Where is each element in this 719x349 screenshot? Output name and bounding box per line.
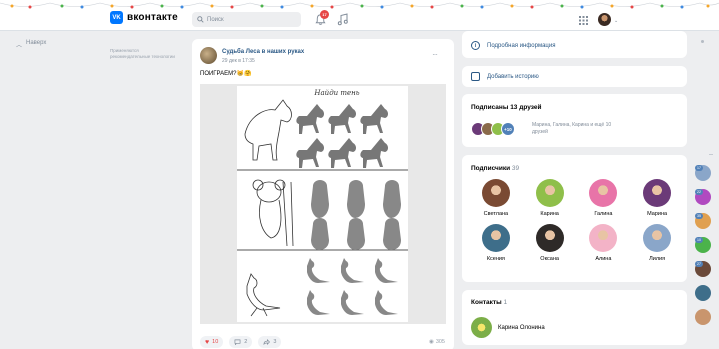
search-placeholder: Поиск <box>207 16 224 23</box>
post-author-name[interactable]: Судьба Леса в наших руках <box>222 49 304 55</box>
subscriber-name: Ксения <box>486 256 505 262</box>
subscribers-grid: Светлана Карина Галина Марина Ксения Окс… <box>469 179 684 262</box>
subscriber-item[interactable]: Светлана <box>469 179 523 217</box>
subscriber-item[interactable]: Алина <box>577 224 631 262</box>
contact-item[interactable]: Карина Олонина <box>471 317 545 338</box>
search-input[interactable]: Поиск <box>192 12 301 27</box>
post-author-avatar[interactable] <box>200 47 217 64</box>
more-friends-badge: +10 <box>501 122 515 136</box>
post-text: ПОИГРАЕМ?😸🤗 <box>200 71 252 77</box>
avatar <box>589 224 618 252</box>
info-icon: i <box>471 41 480 50</box>
chat-badge: 22 <box>695 189 703 195</box>
back-to-top-label: Наверх <box>26 40 47 46</box>
chat-badge: 35 <box>695 213 703 219</box>
more-info-label: Подробная информация <box>487 42 556 49</box>
chevron-down-icon[interactable]: ⌄ <box>614 18 618 24</box>
comment-icon <box>234 339 241 345</box>
subscribers-title[interactable]: Подписчики 39 <box>471 165 519 172</box>
subscribers-count: 39 <box>511 165 520 172</box>
info-card: i Подробная информация <box>462 31 687 58</box>
view-count-value: 305 <box>435 339 445 345</box>
back-to-top-link[interactable]: ︿ Наверх <box>16 40 46 49</box>
post-card: Судьба Леса в наших руках 29 дек в 17:35… <box>192 39 454 349</box>
avatar <box>535 224 564 252</box>
user-avatar[interactable] <box>598 13 611 26</box>
more-info-link[interactable]: i Подробная информация <box>471 41 555 50</box>
subscriber-item[interactable]: Карина <box>523 179 577 217</box>
garland-decoration <box>0 2 719 9</box>
subscriber-item[interactable]: Ксения <box>469 224 523 262</box>
avatar <box>471 317 492 338</box>
subscriber-name: Галина <box>594 211 613 217</box>
vk-logo-mark: VK <box>110 11 123 24</box>
music-icon[interactable] <box>337 13 349 26</box>
chat-list-divider <box>709 154 713 155</box>
vk-logo-text: вконтакте <box>127 12 178 23</box>
apps-grid-icon[interactable] <box>579 16 588 25</box>
chat-badge: 10 <box>695 237 703 243</box>
chat-avatar[interactable] <box>695 285 711 301</box>
subscriber-name: Алина <box>595 256 612 262</box>
notification-badge: 17 <box>320 10 329 19</box>
subscriber-item[interactable]: Лилия <box>630 224 684 262</box>
share-icon <box>263 339 271 345</box>
contact-name: Карина Олонина <box>498 324 545 331</box>
subscriber-item[interactable]: Оксана <box>523 224 577 262</box>
chat-badge: 27 <box>695 261 703 267</box>
subscriber-item[interactable]: Галина <box>577 179 631 217</box>
more-options-icon[interactable]: ··· <box>432 50 438 59</box>
image-caption: Найди тень <box>313 89 359 97</box>
story-icon <box>471 72 480 81</box>
avatar <box>589 179 618 207</box>
subscriber-name: Оксана <box>540 256 559 262</box>
shadow-puzzle-image: Найди тень <box>237 86 408 322</box>
like-button[interactable]: ♥ 10 <box>200 336 224 348</box>
chat-avatar[interactable] <box>695 309 711 325</box>
like-count: 10 <box>212 339 219 345</box>
subscriber-name: Светлана <box>483 211 509 217</box>
comment-button[interactable]: 2 <box>229 336 253 348</box>
vk-logo[interactable]: VK вконтакте <box>110 11 178 24</box>
friend-names: Марина, Галина, Карина и ещё 10 друзей <box>532 122 612 135</box>
heart-icon: ♥ <box>205 338 210 346</box>
top-bar: VK вконтакте Поиск 17 ⌄ <box>0 0 719 31</box>
avatar <box>643 224 672 252</box>
chevron-up-icon: ︿ <box>16 43 23 49</box>
chat-badge: 17 <box>695 165 703 171</box>
avatar <box>481 179 510 207</box>
subscriber-name: Марина <box>647 211 668 217</box>
avatar <box>535 179 564 207</box>
contacts-title-label: Контакты <box>471 299 502 306</box>
friends-subscribed-card[interactable]: Подписаны 13 друзей +10 Марина, Галина, … <box>462 94 687 147</box>
post-actions: ♥ 10 2 3 <box>200 336 282 348</box>
recommendation-note: Применяются рекомендательные технологии <box>110 48 175 59</box>
subscribers-title-label: Подписчики <box>471 165 511 172</box>
contacts-count: 1 <box>503 299 508 306</box>
avatar <box>481 224 510 252</box>
subscribers-card: Подписчики 39 Светлана Карина Галина Мар… <box>462 155 687 282</box>
share-button[interactable]: 3 <box>258 336 282 348</box>
add-story-link[interactable]: Добавить историю <box>471 72 539 81</box>
friend-avatars: +10 <box>471 122 515 136</box>
contacts-card: Контакты 1 Карина Олонина <box>462 290 687 345</box>
post-date[interactable]: 29 дек в 17:35 <box>222 58 255 64</box>
eye-icon: ◉ <box>429 339 434 345</box>
story-card: Добавить историю <box>462 66 687 87</box>
comment-count: 2 <box>244 339 248 345</box>
search-icon <box>197 16 204 23</box>
post-image[interactable]: Найди тень <box>200 84 446 324</box>
friends-title: Подписаны 13 друзей <box>471 104 542 111</box>
scroll-indicator <box>701 40 704 43</box>
view-count: ◉ 305 <box>429 339 445 345</box>
add-story-label: Добавить историю <box>487 73 539 80</box>
contacts-title[interactable]: Контакты 1 <box>471 299 507 306</box>
avatar <box>643 179 672 207</box>
share-count: 3 <box>273 339 277 345</box>
subscriber-item[interactable]: Марина <box>630 179 684 217</box>
subscriber-name: Лилия <box>649 256 666 262</box>
subscriber-name: Карина <box>540 211 559 217</box>
